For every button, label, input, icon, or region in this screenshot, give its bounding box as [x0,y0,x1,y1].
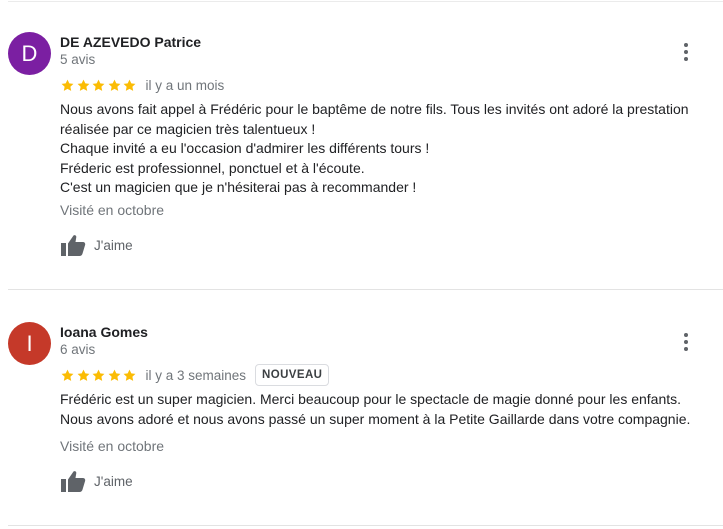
more-options-button[interactable] [676,42,696,62]
review-text-line: Nous avons fait appel à Frédéric pour le… [60,101,689,117]
review-card: I Ioana Gomes 6 avis il y a 3 semaines N… [0,290,723,525]
avatar[interactable]: I [8,322,51,365]
new-badge: NOUVEAU [255,364,330,386]
review-date: il y a 3 semaines [145,367,247,383]
more-vert-icon-dot [684,347,688,351]
more-vert-icon-dot [684,340,688,344]
more-options-button[interactable] [676,332,696,352]
review-text-line: Fréderic est professionnel, ponctuel et … [60,159,365,176]
avatar[interactable]: D [8,32,51,75]
reviewer-review-count: 6 avis [60,342,96,357]
star-icon [122,78,137,93]
like-button[interactable]: J'aime [60,234,133,256]
more-vert-icon [684,333,688,337]
star-icon [76,78,91,93]
visit-date: Visité en octobre [60,438,165,454]
review-text-line: Frédéric est un super magicien. Merci be… [60,391,682,407]
like-button[interactable]: J'aime [60,470,133,492]
visit-date: Visité en octobre [60,202,165,218]
more-vert-icon-dot [684,50,688,54]
reviewer-name[interactable]: Ioana Gomes [60,324,148,340]
star-icon [91,78,106,93]
star-icon [76,368,91,383]
review-text-line: Chaque invité a eu l'occasion d'admirer … [60,140,430,156]
more-vert-icon-dot [684,57,688,61]
review-text-line: Nous avons adoré et nous avons passé un … [60,410,691,427]
star-icon [107,368,122,383]
star-icon [91,368,106,383]
like-label: J'aime [94,237,133,253]
review-text-line: réalisée par ce magicien très talentueux… [60,120,316,137]
avatar-letter: D [21,40,38,66]
avatar-letter: I [26,330,33,356]
thumb-up-icon [60,470,86,492]
like-label: J'aime [94,473,133,489]
star-icon [122,368,137,383]
star-icon [60,78,75,93]
more-vert-icon [684,43,688,47]
review-date: il y a un mois [145,77,225,93]
rating-row: il y a 3 semaines NOUVEAU [60,364,330,386]
thumb-up-icon [60,234,86,256]
star-rating [60,78,138,93]
star-rating [60,368,138,383]
review-card: D DE AZEVEDO Patrice 5 avis il y a un mo… [0,0,723,289]
review-text: Frédéric est un super magicien. Merci be… [60,390,715,429]
star-icon [107,78,122,93]
reviewer-name[interactable]: DE AZEVEDO Patrice [60,34,201,50]
review-text: Nous avons fait appel à Frédéric pour le… [60,100,715,198]
rating-row: il y a un mois [60,75,224,95]
review-text-line: C'est un magicien que je n'hésiterai pas… [60,179,417,195]
reviewer-review-count: 5 avis [60,52,96,67]
bottom-divider [8,525,723,526]
star-icon [60,368,75,383]
